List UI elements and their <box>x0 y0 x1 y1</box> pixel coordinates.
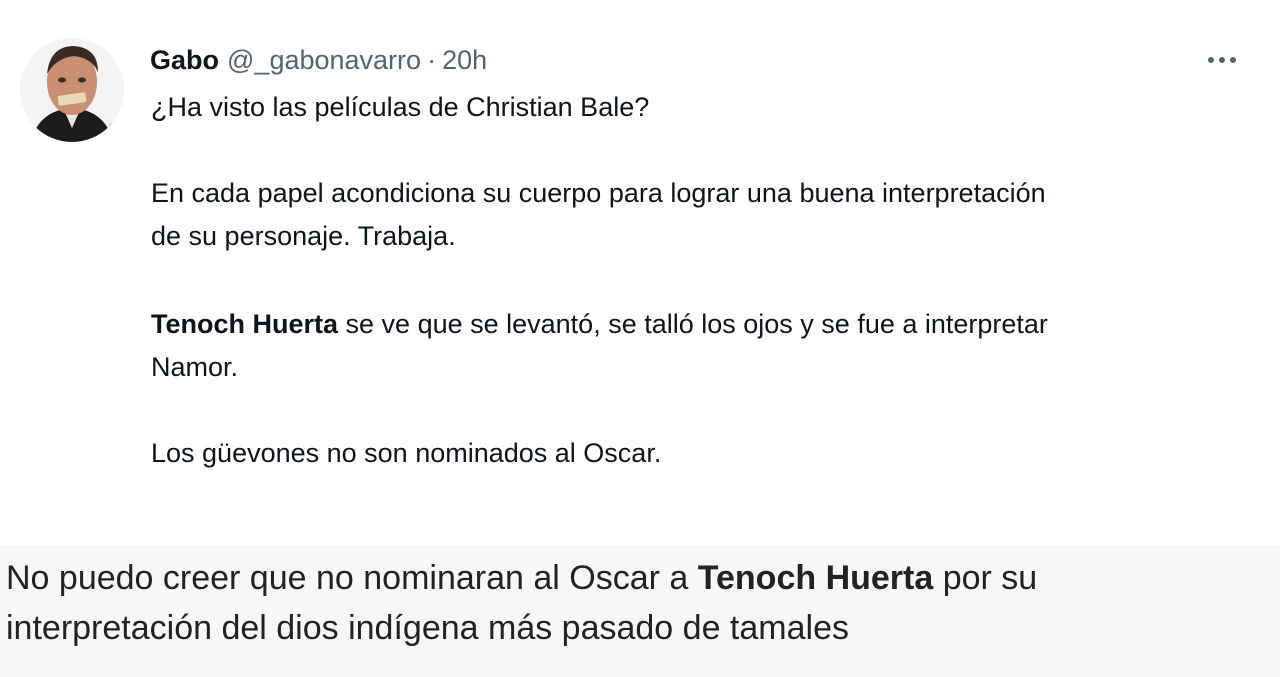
tweet-paragraph-3: Tenoch Huerta se ve que se levantó, se t… <box>151 303 1261 389</box>
caption-line-1: No puedo creer que no nominaran al Oscar… <box>6 553 1266 603</box>
author-handle[interactable]: @_gabonavarro <box>227 45 421 76</box>
tweet-paragraph-2: En cada papel acondiciona su cuerpo para… <box>151 172 1261 258</box>
tweet-paragraph-3-text: se ve que se levantó, se talló los ojos … <box>338 309 1048 339</box>
tweet-paragraph-2-line-2: de su personaje. Trabaja. <box>151 221 456 251</box>
tweet-paragraph-2-line-1: En cada papel acondiciona su cuerpo para… <box>151 178 1046 208</box>
tweet-paragraph-1: ¿Ha visto las películas de Christian Bal… <box>151 92 650 122</box>
tweet-header: Gabo @_gabonavarro · 20h <box>150 42 487 78</box>
caption-banner: No puedo creer que no nominaran al Oscar… <box>0 545 1280 677</box>
mention-tenoch-huerta: Tenoch Huerta <box>151 309 339 339</box>
tweet-timestamp[interactable]: 20h <box>442 45 487 76</box>
tweet-paragraph-3-line-2: Namor. <box>151 352 239 382</box>
header-separator: · <box>427 44 437 75</box>
more-options-button[interactable] <box>1200 44 1244 76</box>
caption-bold-name: Tenoch Huerta <box>697 559 934 597</box>
caption-line-2: interpretación del dios indígena más pas… <box>6 609 849 647</box>
tweet-card[interactable]: Gabo @_gabonavarro · 20h ¿Ha visto las p… <box>0 0 1280 545</box>
avatar-image <box>20 38 124 142</box>
tweet-paragraph-4: Los güevones no son nominados al Oscar. <box>151 438 662 468</box>
more-horizontal-icon <box>1208 57 1236 63</box>
caption-part-2: por su <box>933 559 1038 597</box>
caption-part-1: No puedo creer que no nominaran al Oscar… <box>6 559 698 597</box>
avatar[interactable] <box>20 38 124 142</box>
tweet-paragraph-3-line-1: Tenoch Huerta se ve que se levantó, se t… <box>151 303 1261 346</box>
caption-text: No puedo creer que no nominaran al Oscar… <box>6 553 1266 653</box>
author-name[interactable]: Gabo <box>150 45 219 76</box>
